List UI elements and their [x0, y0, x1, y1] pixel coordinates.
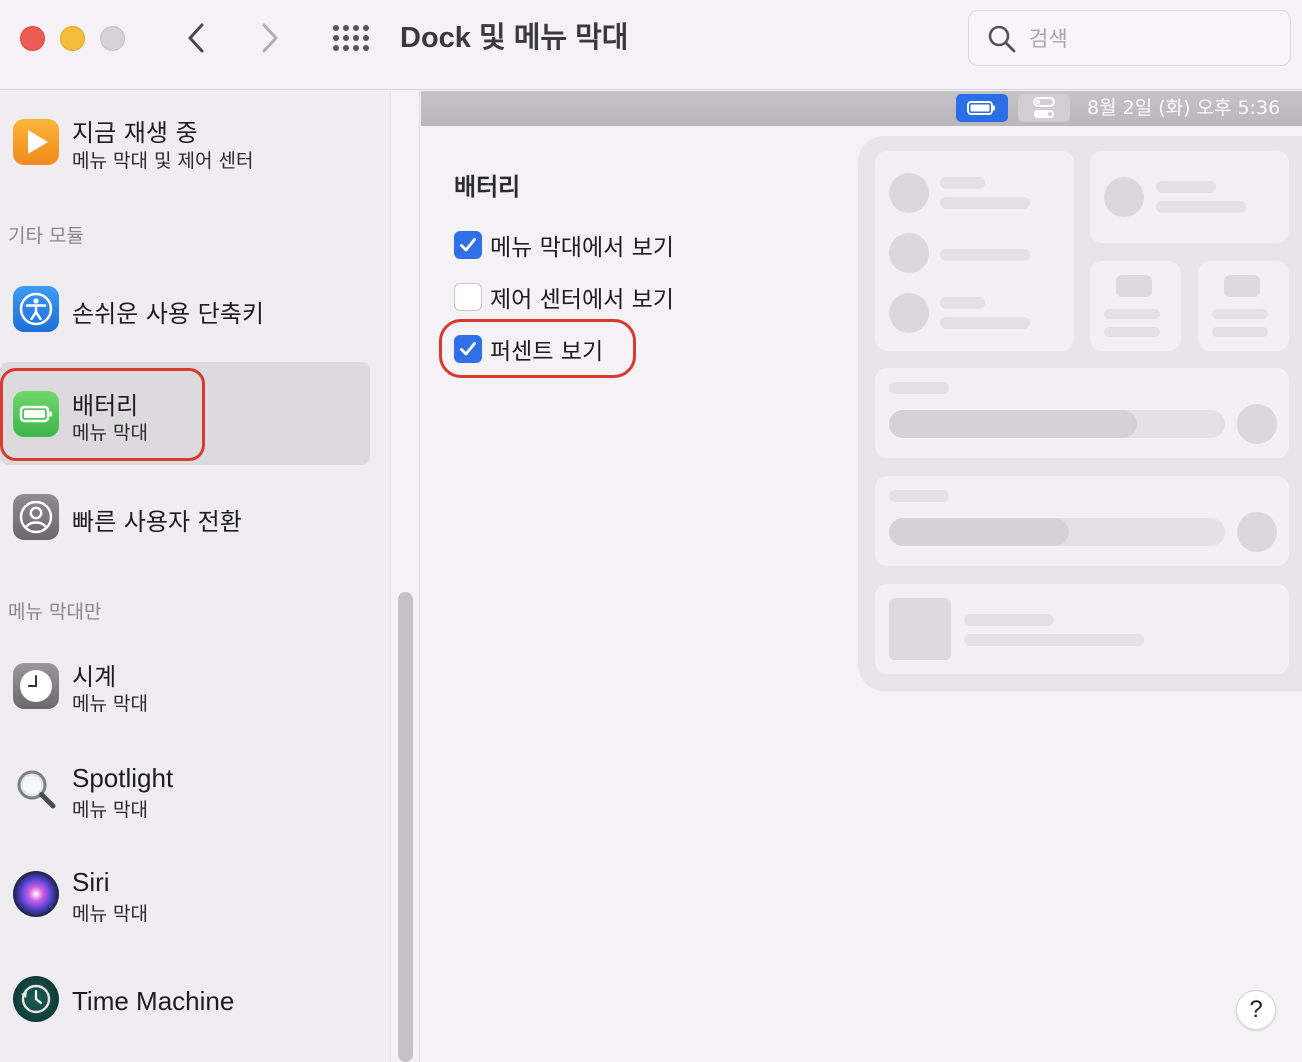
sidebar: 지금 재생 중 메뉴 막대 및 제어 센터 기타 모듈 손쉬운 사용 단축키 배… — [0, 91, 390, 1062]
play-icon — [13, 119, 59, 165]
show-in-control-center-option[interactable]: 제어 센터에서 보기 — [454, 281, 674, 313]
sidebar-item-subtitle: 메뉴 막대 — [72, 903, 148, 925]
spotlight-icon — [13, 766, 59, 812]
control-center-preview — [858, 136, 1302, 691]
sidebar-item-battery[interactable]: 배터리 메뉴 막대 — [0, 362, 370, 465]
show-percentage-checkbox[interactable] — [454, 335, 482, 363]
title-bar: Dock 및 메뉴 막대 — [0, 0, 1302, 90]
preview-card — [1090, 151, 1289, 243]
sidebar-item-subtitle: 메뉴 막대 — [72, 799, 148, 821]
option-label: 메뉴 막대에서 보기 — [490, 235, 674, 261]
preview-card — [875, 584, 1289, 674]
sidebar-item-accessibility-shortcuts[interactable]: 손쉬운 사용 단축키 — [0, 271, 370, 351]
battery-section-title: 배터리 — [454, 173, 521, 201]
sidebar-item-title: Time Machine — [72, 986, 235, 1016]
menubar-clock: 8월 2일 (화) 오후 5:36 — [1087, 97, 1281, 119]
main-pane: 8월 2일 (화) 오후 5:36 배터리 메뉴 막대에서 보기 제어 센터에서… — [421, 91, 1302, 1062]
grid-icon — [330, 22, 372, 56]
close-window-button[interactable] — [20, 26, 45, 51]
clock-icon — [13, 663, 59, 709]
battery-icon — [13, 391, 59, 437]
sidebar-item-title: 빠른 사용자 전환 — [72, 508, 242, 536]
control-center-icon — [1033, 97, 1055, 118]
time-machine-icon — [13, 976, 59, 1022]
window-title: Dock 및 메뉴 막대 — [400, 22, 629, 54]
minimize-window-button[interactable] — [60, 26, 85, 51]
back-button[interactable] — [178, 20, 214, 56]
chevron-left-icon — [188, 23, 204, 53]
show-in-menubar-checkbox[interactable] — [454, 231, 482, 259]
preview-card — [875, 368, 1289, 458]
battery-icon — [967, 101, 995, 115]
forward-button[interactable] — [252, 20, 288, 56]
sidebar-item-title: Siri — [72, 867, 110, 897]
sidebar-item-title: 지금 재생 중 — [72, 119, 198, 147]
show-percentage-option[interactable]: 퍼센트 보기 — [454, 333, 603, 365]
show-in-menubar-option[interactable]: 메뉴 막대에서 보기 — [454, 229, 674, 261]
sidebar-scrollbar-thumb[interactable] — [398, 592, 413, 1062]
option-label: 퍼센트 보기 — [490, 339, 604, 365]
sidebar-item-title: 배터리 — [72, 392, 139, 420]
preview-card — [875, 476, 1289, 566]
sidebar-item-subtitle: 메뉴 막대 — [72, 693, 148, 715]
search-input[interactable] — [1029, 21, 1269, 57]
sidebar-item-now-playing[interactable]: 지금 재생 중 메뉴 막대 및 제어 센터 — [0, 101, 370, 187]
search-field[interactable] — [968, 10, 1291, 66]
sidebar-item-fast-user-switching[interactable]: 빠른 사용자 전환 — [0, 479, 370, 559]
sidebar-item-title: Spotlight — [72, 763, 174, 793]
sidebar-item-title: 시계 — [72, 663, 117, 691]
sidebar-item-title: 손쉬운 사용 단축키 — [72, 300, 264, 328]
preview-card — [1090, 261, 1181, 351]
menubar-control-center-preview — [1018, 94, 1070, 122]
chevron-right-icon — [262, 23, 278, 53]
preview-card — [1198, 261, 1289, 351]
sidebar-item-subtitle: 메뉴 막대 및 제어 센터 — [72, 150, 254, 172]
show-in-control-center-checkbox[interactable] — [454, 283, 482, 311]
menubar-preview: 8월 2일 (화) 오후 5:36 — [421, 91, 1302, 126]
zoom-window-button[interactable] — [100, 26, 125, 51]
checkmark-icon — [460, 238, 476, 252]
show-all-grid-button[interactable] — [330, 22, 372, 56]
preview-card — [875, 151, 1074, 351]
sidebar-item-subtitle: 메뉴 막대 — [72, 422, 148, 444]
sidebar-item-time-machine[interactable]: Time Machine — [0, 963, 370, 1043]
checkmark-icon — [460, 342, 476, 356]
sidebar-item-spotlight[interactable]: Spotlight 메뉴 막대 — [0, 749, 370, 839]
sidebar-item-siri[interactable]: Siri 메뉴 막대 — [0, 853, 370, 943]
option-label: 제어 센터에서 보기 — [490, 287, 674, 313]
search-icon — [988, 25, 1016, 53]
section-header-menubar-only: 메뉴 막대만 — [8, 601, 102, 623]
sidebar-item-clock[interactable]: 시계 메뉴 막대 — [0, 643, 370, 733]
accessibility-icon — [13, 286, 59, 332]
section-header-other-modules: 기타 모듈 — [8, 225, 84, 247]
help-button[interactable]: ? — [1236, 990, 1276, 1030]
user-switch-icon — [13, 494, 59, 540]
siri-icon — [13, 871, 59, 917]
menubar-battery-preview — [956, 94, 1008, 122]
